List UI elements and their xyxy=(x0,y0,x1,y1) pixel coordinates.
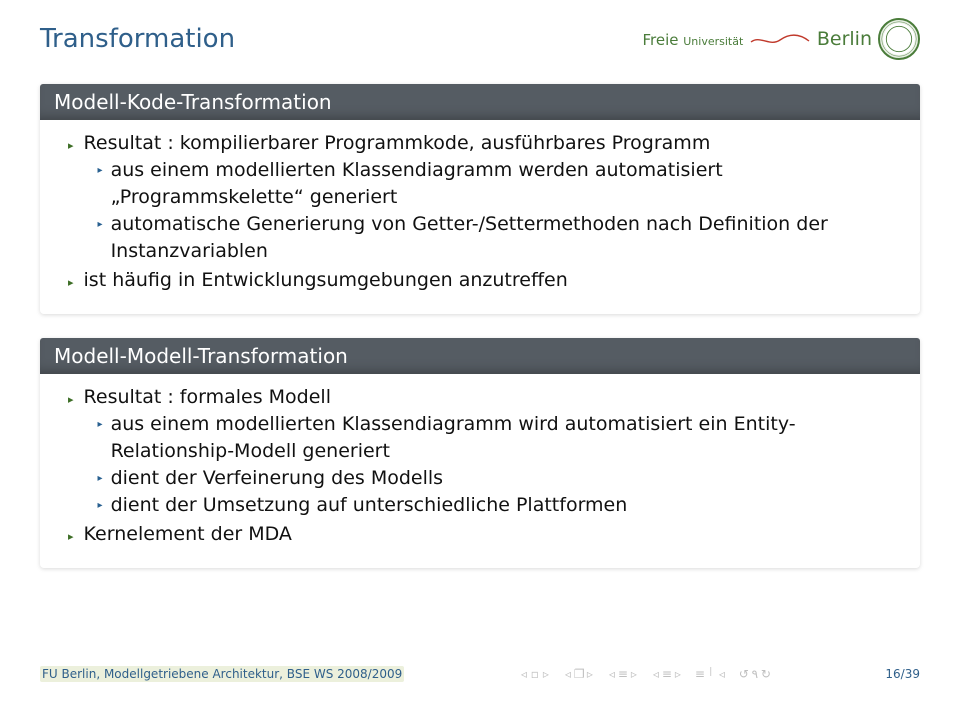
logo-universitaet: Universität xyxy=(683,35,743,48)
logo-free: Freie xyxy=(642,31,678,49)
item-text: ist häufig in Entwicklungsumgebungen anz… xyxy=(84,269,568,291)
slide-title: Transformation xyxy=(40,24,235,54)
block2-body: Resultat : formales Modell aus einem mod… xyxy=(40,374,920,554)
item-text: dient der Umsetzung auf unterschiedliche… xyxy=(111,492,902,519)
item-text: Kernelement der MDA xyxy=(84,523,292,545)
flourish-icon xyxy=(750,33,810,47)
block-model-model: Modell-Modell-Transformation Resultat : … xyxy=(40,338,920,568)
nav-appendix[interactable]: ≡|◃ xyxy=(695,667,727,681)
list-item: dient der Verfeinerung des Modells xyxy=(98,465,902,492)
list-item: automatische Generierung von Getter-/Set… xyxy=(98,211,902,265)
item-text: Resultat : formales Modell xyxy=(84,386,331,408)
block1-body: Resultat : kompilierbarer Programmkode, … xyxy=(40,120,920,300)
nav-part[interactable]: ◃≡▹ xyxy=(651,667,683,681)
list-item: dient der Umsetzung auf unterschiedliche… xyxy=(98,492,902,519)
item-text: Resultat : kompilierbarer Programmkode, … xyxy=(84,132,711,154)
list-item: Kernelement der MDA xyxy=(68,521,902,548)
nav-subsection[interactable]: ◃❐▹ xyxy=(563,667,595,681)
nav-section[interactable]: ◃≡▹ xyxy=(607,667,639,681)
list-item: aus einem modellierten Klassendiagramm w… xyxy=(98,157,902,211)
block2-title: Modell-Modell-Transformation xyxy=(40,338,920,374)
list-item: aus einem modellierten Klassendiagramm w… xyxy=(98,411,902,465)
university-logo: Freie Universität Berlin xyxy=(642,18,920,60)
list-item: ist häufig in Entwicklungsumgebungen anz… xyxy=(68,267,902,294)
block1-title: Modell-Kode-Transformation xyxy=(40,84,920,120)
sub-list: aus einem modellierten Klassendiagramm w… xyxy=(84,411,902,519)
list-item: Resultat : formales Modell aus einem mod… xyxy=(68,384,902,519)
sub-list: aus einem modellierten Klassendiagramm w… xyxy=(84,157,902,265)
logo-text: Freie Universität Berlin xyxy=(642,28,872,50)
nav-frame-prev-next[interactable]: ◃▫▹ xyxy=(519,667,551,681)
nav-back-forward[interactable]: ↺۹↻ xyxy=(739,667,771,681)
block2-list: Resultat : formales Modell aus einem mod… xyxy=(58,384,902,548)
item-text: aus einem modellierten Klassendiagramm w… xyxy=(111,411,902,465)
item-text: automatische Generierung von Getter-/Set… xyxy=(111,211,902,265)
list-item: Resultat : kompilierbarer Programmkode, … xyxy=(68,130,902,265)
footer: FU Berlin, Modellgetriebene Architektur,… xyxy=(0,666,960,682)
university-seal-icon xyxy=(878,18,920,60)
header: Transformation Freie Universität Berlin xyxy=(40,18,920,60)
logo-berlin: Berlin xyxy=(817,28,872,50)
slide: Transformation Freie Universität Berlin … xyxy=(0,0,960,702)
item-text: aus einem modellierten Klassendiagramm w… xyxy=(111,157,902,211)
page-number: 16/39 xyxy=(885,667,920,681)
footer-left: FU Berlin, Modellgetriebene Architektur,… xyxy=(40,666,404,682)
nav-controls: ◃▫▹ ◃❐▹ ◃≡▹ ◃≡▹ ≡|◃ ↺۹↻ xyxy=(519,667,771,681)
item-text: dient der Verfeinerung des Modells xyxy=(111,465,902,492)
block1-list: Resultat : kompilierbarer Programmkode, … xyxy=(58,130,902,294)
block-model-kode: Modell-Kode-Transformation Resultat : ko… xyxy=(40,84,920,314)
